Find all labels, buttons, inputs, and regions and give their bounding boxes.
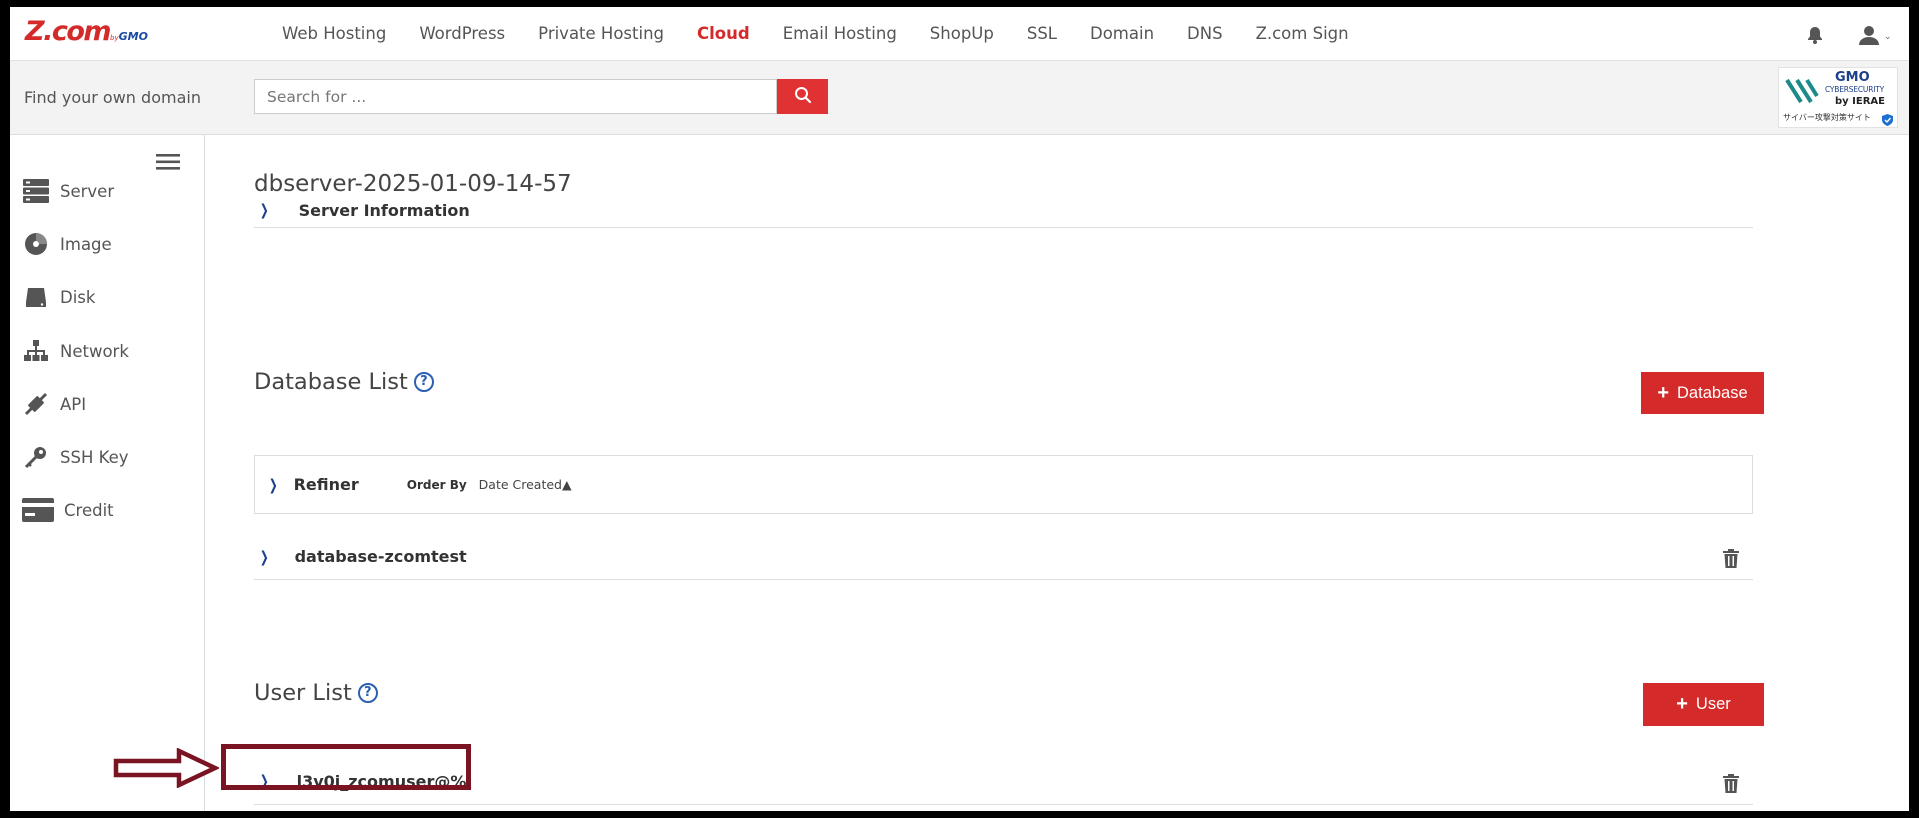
nav-dns[interactable]: DNS bbox=[1187, 24, 1223, 43]
server-information-accordion[interactable]: ❯ Server Information bbox=[254, 193, 1753, 228]
badge-gmo-text: GMO bbox=[1835, 70, 1870, 85]
logo-gmo-text: GMO bbox=[118, 30, 148, 43]
trash-icon[interactable] bbox=[1723, 774, 1739, 797]
help-icon[interactable]: ? bbox=[357, 683, 378, 703]
order-by-select[interactable]: Date Created▲ bbox=[479, 477, 572, 492]
sidebar-item-api[interactable]: API bbox=[22, 391, 86, 417]
sidebar-item-label: API bbox=[60, 394, 87, 414]
add-database-button[interactable]: + Database bbox=[1641, 372, 1764, 414]
nav-cloud[interactable]: Cloud bbox=[697, 24, 750, 43]
help-icon[interactable]: ? bbox=[413, 372, 434, 392]
bell-icon[interactable] bbox=[1805, 25, 1825, 49]
domain-search-bar: Find your own domain GMO CYBERSECURITY b… bbox=[10, 61, 1909, 135]
plus-icon: + bbox=[1657, 381, 1670, 404]
accordion-label: Server Information bbox=[298, 200, 470, 220]
sidebar-item-label: Image bbox=[60, 234, 112, 254]
search-input[interactable] bbox=[254, 79, 777, 114]
user-icon bbox=[1858, 24, 1880, 50]
top-navigation: Z.combyGMO Web Hosting WordPress Private… bbox=[10, 7, 1909, 61]
cybersecurity-badge[interactable]: GMO CYBERSECURITY by IERAE サイバー攻撃対策サイト bbox=[1778, 67, 1898, 128]
chevron-right-icon: ❯ bbox=[259, 201, 269, 219]
app-window: Z.combyGMO Web Hosting WordPress Private… bbox=[10, 7, 1909, 811]
badge-line3: サイバー攻撃対策サイト bbox=[1783, 113, 1871, 122]
sidebar-item-credit[interactable]: Credit bbox=[22, 497, 114, 523]
sidebar-item-server[interactable]: Server bbox=[22, 178, 114, 204]
order-by-label: Order By bbox=[406, 477, 467, 492]
shield-icon bbox=[1882, 111, 1893, 130]
database-list-heading: Database List ? bbox=[254, 369, 434, 395]
sidebar-item-network[interactable]: Network bbox=[22, 338, 129, 364]
annotation-highlight-box bbox=[221, 744, 471, 790]
sidebar-item-disk[interactable]: Disk bbox=[22, 284, 95, 310]
image-icon bbox=[22, 231, 50, 257]
api-icon bbox=[22, 391, 50, 417]
section-title-text: User List bbox=[254, 680, 352, 706]
sidebar-item-ssh-key[interactable]: SSH Key bbox=[22, 444, 129, 470]
nav-zcom-sign[interactable]: Z.com Sign bbox=[1256, 24, 1349, 43]
chevron-down-icon: ⌄ bbox=[1884, 32, 1892, 42]
network-icon bbox=[22, 338, 50, 364]
sidebar-item-label: Credit bbox=[64, 500, 114, 520]
credit-card-icon bbox=[22, 497, 54, 523]
badge-line1: CYBERSECURITY bbox=[1825, 85, 1884, 94]
logo-by-text: by bbox=[110, 34, 119, 42]
sidebar-item-label: SSH Key bbox=[60, 447, 129, 467]
sidebar-item-label: Network bbox=[60, 341, 129, 361]
trash-icon[interactable] bbox=[1723, 549, 1739, 572]
chevron-right-icon: ❯ bbox=[259, 547, 269, 566]
add-user-label: User bbox=[1695, 695, 1731, 713]
sidebar-item-image[interactable]: Image bbox=[22, 231, 112, 257]
add-database-label: Database bbox=[1677, 383, 1748, 402]
find-domain-label: Find your own domain bbox=[24, 88, 201, 107]
refiner-label: Refiner bbox=[293, 475, 359, 494]
sidebar-item-label: Disk bbox=[60, 287, 96, 307]
nav-shopup[interactable]: ShopUp bbox=[930, 24, 994, 43]
nav-email-hosting[interactable]: Email Hosting bbox=[783, 24, 897, 43]
search-icon bbox=[794, 86, 812, 107]
hamburger-menu-icon[interactable] bbox=[156, 153, 180, 175]
chevron-right-icon: ❯ bbox=[268, 475, 278, 494]
badge-logo-icon bbox=[1785, 74, 1819, 112]
list-item[interactable]: ❯ l3v0j_zcomuser@% bbox=[254, 758, 1753, 805]
nav-private-hosting[interactable]: Private Hosting bbox=[538, 24, 664, 43]
nav-web-hosting[interactable]: Web Hosting bbox=[282, 24, 386, 43]
user-menu[interactable]: ⌄ bbox=[1858, 24, 1892, 50]
nav-wordpress[interactable]: WordPress bbox=[419, 24, 505, 43]
server-icon bbox=[22, 178, 50, 204]
refiner-panel[interactable]: ❯ Refiner Order By Date Created▲ bbox=[254, 455, 1753, 514]
main-content: dbserver-2025-01-09-14-57 ❯ Server Infor… bbox=[204, 135, 1909, 811]
database-name: database-zcomtest bbox=[294, 547, 467, 566]
annotation-arrow-icon bbox=[113, 747, 221, 792]
list-item[interactable]: ❯ database-zcomtest bbox=[254, 534, 1753, 580]
zcom-logo[interactable]: Z.combyGMO bbox=[25, 16, 148, 47]
nav-ssl[interactable]: SSL bbox=[1027, 24, 1057, 43]
sidebar: Server Image Disk Network API SSH Key Cr… bbox=[10, 135, 205, 811]
nav-links: Web Hosting WordPress Private Hosting Cl… bbox=[282, 7, 1382, 60]
section-title-text: Database List bbox=[254, 369, 408, 395]
plus-icon: + bbox=[1676, 693, 1688, 715]
add-user-button[interactable]: + User bbox=[1643, 683, 1764, 726]
disk-icon bbox=[22, 284, 50, 310]
search-button[interactable] bbox=[777, 79, 828, 114]
nav-domain[interactable]: Domain bbox=[1090, 24, 1154, 43]
badge-line2: by IERAE bbox=[1835, 96, 1885, 107]
sidebar-item-label: Server bbox=[60, 181, 115, 201]
logo-text: Z.com bbox=[25, 16, 112, 47]
user-list-heading: User List ? bbox=[254, 680, 378, 706]
key-icon bbox=[22, 444, 50, 470]
